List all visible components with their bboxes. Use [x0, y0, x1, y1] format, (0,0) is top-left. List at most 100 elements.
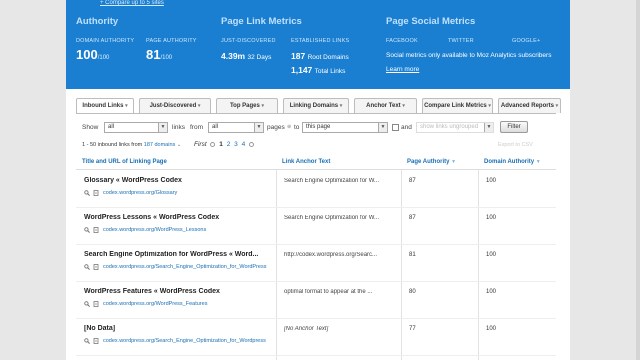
col-page-authority[interactable]: Page Authority ▼ — [407, 159, 456, 165]
window-scrollbar[interactable] — [636, 0, 640, 360]
tab-compare-link-metrics[interactable]: Compare Link Metrics ▾ — [422, 98, 493, 113]
row-icons — [84, 264, 100, 271]
filter-button[interactable]: Filter — [500, 121, 528, 133]
page-authority: 77 — [409, 326, 416, 332]
left-gutter — [0, 0, 66, 360]
document-icon[interactable] — [93, 338, 99, 344]
first-page-link[interactable]: First — [194, 141, 207, 148]
to-label: to — [294, 124, 300, 131]
export-csv-link[interactable]: Export to CSV — [498, 142, 533, 148]
linking-page-url[interactable]: codex.wordpress.org/Search_Engine_Optimi… — [103, 338, 266, 344]
from-select[interactable]: all ▼ — [208, 122, 264, 133]
table-row: Search Engine Optimization for WordPress… — [76, 245, 556, 281]
just-discovered-label: JUST-DISCOVERED — [221, 38, 276, 44]
chevron-down-icon: ▾ — [339, 103, 343, 109]
search-icon[interactable] — [84, 190, 90, 196]
document-icon[interactable] — [93, 227, 99, 233]
page-authority: 87 — [409, 215, 416, 221]
tab-just-discovered[interactable]: Just-Discovered ▾ — [139, 98, 211, 113]
col-title-url[interactable]: Title and URL of Linking Page — [82, 159, 167, 165]
domain-authority: 100 — [486, 252, 497, 258]
linking-page-title[interactable]: Search Engine Optimization for WordPress… — [84, 251, 264, 258]
link-metrics-title: Page Link Metrics — [221, 16, 302, 27]
grouping-select[interactable]: show links ungrouped ▼ — [416, 122, 494, 133]
results-count: 1 - 50 inbound links from 187 domains ⌄ — [82, 142, 182, 148]
pages-label: pages — [267, 124, 285, 131]
table-row: WordPress Features « WordPress Codex code… — [76, 282, 556, 318]
page-2-link[interactable]: 2 — [227, 141, 231, 148]
compare-sites-link[interactable]: + Compare up to 5 sites — [100, 0, 164, 6]
page-authority-value: 81/100 — [146, 47, 173, 62]
tab-linking-domains[interactable]: Linking Domains ▾ — [283, 98, 349, 113]
anchor-text: [No Anchor Text] — [284, 326, 329, 332]
show-label: Show — [82, 124, 99, 131]
sort-icon: ▼ — [535, 159, 541, 165]
domain-authority-value: 100/100 — [76, 47, 110, 62]
chevron-down-icon: ▾ — [402, 103, 405, 109]
page-authority-label: PAGE AUTHORITY — [146, 38, 197, 44]
search-icon[interactable] — [84, 227, 90, 233]
linking-page-url[interactable]: codex.wordpress.org/Glossary — [103, 190, 177, 196]
linking-page-url[interactable]: codex.wordpress.org/WordPress_Features — [103, 301, 207, 307]
linking-page-title[interactable]: [No Data] — [84, 325, 264, 332]
domain-authority-label: DOMAIN AUTHORITY — [76, 38, 135, 44]
search-icon[interactable] — [84, 264, 90, 270]
total-links-value: 1,147 Total Links — [291, 65, 346, 75]
twitter-label: TWITTER — [448, 38, 474, 44]
chevron-down-icon: ▾ — [488, 103, 491, 109]
just-discovered-value: 4.39m 32 Days — [221, 51, 272, 61]
col-anchor-text[interactable]: Link Anchor Text — [282, 159, 330, 165]
to-select[interactable]: this page ▼ — [302, 122, 388, 133]
chevron-down-icon: ▾ — [197, 103, 201, 109]
anchor-text: optimal format to appear at the ... — [284, 289, 373, 295]
tab-inbound-links[interactable]: Inbound Links ▾ — [76, 98, 134, 113]
linking-page-title[interactable]: WordPress Features « WordPress Codex — [84, 288, 264, 295]
social-metrics-note: Social metrics only available to Moz Ana… — [386, 52, 552, 59]
table-row: WordPress Lessons « WordPress Codex codex… — [76, 208, 556, 244]
domain-authority: 100 — [486, 289, 497, 295]
tab-divider — [76, 113, 556, 114]
tab-anchor-text[interactable]: Anchor Text ▾ — [354, 98, 417, 113]
linking-page-url[interactable]: codex.wordpress.org/WordPress_Lessons — [103, 227, 206, 233]
chevron-down-icon: ▼ — [484, 123, 493, 132]
prev-page-icon[interactable] — [210, 141, 216, 147]
metrics-banner: + Compare up to 5 sites Authority DOMAIN… — [66, 0, 570, 89]
chevron-down-icon: ⌄ — [176, 142, 182, 148]
linking-page-title[interactable]: WordPress Lessons « WordPress Codex — [84, 214, 264, 221]
anchor-text: Search Engine Optimization for W... — [284, 178, 380, 184]
row-icons — [84, 301, 100, 308]
group-checkbox[interactable] — [392, 124, 399, 131]
right-gutter — [570, 0, 640, 360]
authority-title: Authority — [76, 16, 119, 27]
linking-page-url[interactable]: codex.wordpress.org/Search_Engine_Optimi… — [103, 264, 266, 270]
root-domains-value: 187 Root Domains — [291, 51, 349, 61]
row-icons — [84, 338, 100, 345]
document-icon[interactable] — [93, 264, 99, 270]
document-icon[interactable] — [93, 190, 99, 196]
document-icon[interactable] — [93, 301, 99, 307]
linking-page-title[interactable]: Glossary « WordPress Codex — [84, 177, 264, 184]
learn-more-link[interactable]: Learn more — [386, 66, 419, 73]
search-icon[interactable] — [84, 301, 90, 307]
tab-top-pages[interactable]: Top Pages ▾ — [216, 98, 278, 113]
anchor-text: Search Engine Optimization for W... — [284, 215, 380, 221]
chevron-down-icon: ▼ — [158, 123, 167, 132]
chevron-down-icon: ▼ — [378, 123, 387, 132]
domain-authority: 100 — [486, 326, 497, 332]
sort-icon: ▼ — [451, 159, 457, 165]
show-select[interactable]: all ▼ — [104, 122, 168, 133]
col-domain-authority[interactable]: Domain Authority ▼ — [484, 159, 541, 165]
page-1-link[interactable]: 1 — [219, 141, 223, 148]
facebook-label: FACEBOOK — [386, 38, 418, 44]
arrow-right-icon: ⊕ — [287, 124, 292, 130]
social-metrics-title: Page Social Metrics — [386, 16, 476, 27]
domains-count-link[interactable]: 187 domains — [144, 142, 176, 148]
tab-advanced-reports[interactable]: Advanced Reports ▾ — [498, 98, 561, 113]
page-3-link[interactable]: 3 — [234, 141, 238, 148]
page-4-link[interactable]: 4 — [242, 141, 246, 148]
search-icon[interactable] — [84, 338, 90, 344]
row-icons — [84, 227, 100, 234]
chevron-down-icon: ▼ — [254, 123, 263, 132]
next-page-icon[interactable] — [249, 141, 255, 147]
chevron-down-icon: ▾ — [125, 103, 128, 109]
